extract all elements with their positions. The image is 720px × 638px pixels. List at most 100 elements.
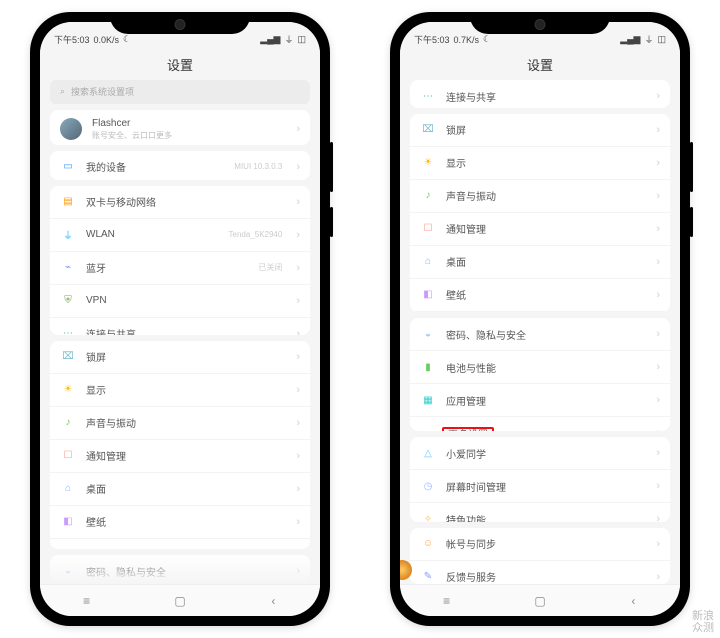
- wifi-status-icon: ⏚: [644, 33, 653, 46]
- row-value: Tenda_5K2940: [229, 230, 283, 239]
- settings-row[interactable]: ✧特色功能›: [410, 502, 670, 522]
- settings-row[interactable]: ✿个性主题›: [410, 311, 670, 313]
- account-icon: ☺: [420, 536, 436, 552]
- settings-row[interactable]: ⌧ 锁屏 ›: [50, 341, 310, 373]
- chevron-right-icon: ›: [656, 190, 660, 202]
- settings-row[interactable]: ☀显示›: [410, 146, 670, 179]
- signal-icon: ▂▄▆: [260, 34, 280, 45]
- nav-back-button[interactable]: ‹: [623, 594, 643, 608]
- search-placeholder: 搜索系统设置项: [71, 85, 134, 98]
- account-sub: 账号安全、云口口更多: [92, 130, 286, 141]
- row-label: 壁纸: [86, 514, 286, 529]
- more-icon: ⋯: [420, 88, 436, 104]
- settings-row[interactable]: ☺ 帐号与同步 ›: [410, 528, 670, 560]
- chevron-right-icon: ›: [656, 124, 660, 136]
- my-device-row[interactable]: ▭ 我的设备 MIUI 10.3.0.3 ›: [50, 151, 310, 180]
- settings-row[interactable]: ⋯连接与共享›: [50, 317, 310, 335]
- chevron-right-icon: ›: [656, 90, 660, 102]
- privacy-row[interactable]: ◒ 密码、隐私与安全 ›: [50, 555, 310, 584]
- settings-row[interactable]: ✿个性主题›: [50, 538, 310, 549]
- row-label: 密码、隐私与安全: [86, 564, 286, 579]
- search-icon: ⌕: [60, 86, 65, 97]
- row-label: 更多设置: [446, 426, 646, 432]
- chevron-right-icon: ›: [656, 394, 660, 406]
- more2-icon: ⋯: [420, 425, 436, 431]
- chevron-right-icon: ›: [656, 289, 660, 301]
- settings-row[interactable]: ▮电池与性能›: [410, 350, 670, 383]
- settings-row[interactable]: ◧ 壁纸 ›: [410, 278, 670, 311]
- settings-row[interactable]: ◧壁纸›: [50, 505, 310, 538]
- privacy-icon: ◒: [420, 326, 436, 342]
- chevron-right-icon: ›: [656, 361, 660, 373]
- settings-row[interactable]: ⌂桌面›: [410, 245, 670, 278]
- row-label: WLAN: [86, 229, 219, 240]
- screentime-icon: ◷: [420, 478, 436, 494]
- wifi-status-icon: ⏚: [284, 33, 293, 46]
- settings-row[interactable]: ⌁蓝牙已关闭›: [50, 251, 310, 284]
- status-bar: 下午5:03 0.7K/s ☾ ▂▄▆ ⏚ ◫: [400, 22, 680, 48]
- watermark: 新浪 众测: [692, 610, 714, 634]
- settings-row[interactable]: ♪声音与振动›: [410, 179, 670, 212]
- display-icon: ☀: [420, 155, 436, 171]
- row-label: 小爱同学: [446, 446, 646, 461]
- chevron-right-icon: ›: [296, 328, 300, 335]
- settings-row[interactable]: ⛨VPN›: [50, 284, 310, 317]
- sim-icon: ▤: [60, 194, 76, 210]
- wallpaper-icon: ◧: [60, 514, 76, 530]
- settings-row[interactable]: ♪声音与振动›: [50, 406, 310, 439]
- settings-row[interactable]: ✎反馈与服务›: [410, 560, 670, 584]
- status-net-speed: 0.0K/s: [94, 35, 120, 45]
- row-label: 密码、隐私与安全: [446, 327, 646, 342]
- chevron-right-icon: ›: [656, 427, 660, 431]
- status-time: 下午5:03: [54, 33, 90, 46]
- chevron-right-icon: ›: [296, 565, 300, 577]
- lock-icon: ⌧: [420, 122, 436, 138]
- chevron-right-icon: ›: [296, 351, 300, 363]
- avatar: [60, 118, 82, 140]
- desktop-icon: ⌂: [420, 254, 436, 270]
- search-input[interactable]: ⌕ 搜索系统设置项: [50, 80, 310, 104]
- chevron-right-icon: ›: [656, 256, 660, 268]
- row-label: 锁屏: [86, 349, 286, 364]
- nav-menu-button[interactable]: ≡: [77, 594, 97, 608]
- chevron-right-icon: ›: [656, 447, 660, 459]
- row-value: 已关闭: [258, 262, 282, 273]
- settings-row[interactable]: ⌧锁屏›: [410, 114, 670, 146]
- android-navbar: ≡ ▢ ‹: [400, 584, 680, 616]
- chevron-right-icon: ›: [296, 123, 300, 135]
- row-label: 帐号与同步: [446, 536, 646, 551]
- nav-home-button[interactable]: ▢: [530, 594, 550, 608]
- page-title: 设置: [40, 48, 320, 80]
- row-label: 屏幕时间管理: [446, 479, 646, 494]
- nav-back-button[interactable]: ‹: [263, 594, 283, 608]
- status-bar: 下午5:03 0.0K/s ☾ ▂▄▆ ⏚ ◫: [40, 22, 320, 48]
- settings-row[interactable]: ⋯ 更多设置 ›: [410, 416, 670, 431]
- connection-row[interactable]: ⋯ 连接与共享 ›: [410, 80, 670, 108]
- settings-row[interactable]: ⌂桌面›: [50, 472, 310, 505]
- moon-icon: ☾: [483, 34, 491, 45]
- account-row[interactable]: Flashcer 账号安全、云口口更多 ›: [50, 110, 310, 145]
- wifi-icon: ⏚: [60, 227, 76, 243]
- settings-row[interactable]: ☐通知管理›: [50, 439, 310, 472]
- chevron-right-icon: ›: [656, 571, 660, 583]
- chevron-right-icon: ›: [656, 538, 660, 550]
- settings-row[interactable]: ◷屏幕时间管理›: [410, 469, 670, 502]
- settings-row[interactable]: ☀显示›: [50, 373, 310, 406]
- settings-row[interactable]: ▤双卡与移动网络›: [50, 186, 310, 218]
- battery-icon: ◫: [657, 34, 666, 45]
- settings-row[interactable]: ▦应用管理›: [410, 383, 670, 416]
- nav-home-button[interactable]: ▢: [170, 594, 190, 608]
- settings-row[interactable]: ☐通知管理›: [410, 212, 670, 245]
- wallpaper-icon: ◧: [420, 287, 436, 303]
- moon-icon: ☾: [123, 34, 131, 45]
- feature-icon: ✧: [420, 511, 436, 522]
- status-time: 下午5:03: [414, 33, 450, 46]
- lock-icon: ⌧: [60, 349, 76, 365]
- row-label: 壁纸: [446, 287, 646, 302]
- settings-row[interactable]: △小爱同学›: [410, 437, 670, 469]
- settings-row[interactable]: ◒密码、隐私与安全›: [410, 318, 670, 350]
- nav-menu-button[interactable]: ≡: [437, 594, 457, 608]
- vpn-icon: ⛨: [60, 293, 76, 309]
- settings-row[interactable]: ⏚WLANTenda_5K2940›: [50, 218, 310, 251]
- bluetooth-icon: ⌁: [60, 260, 76, 276]
